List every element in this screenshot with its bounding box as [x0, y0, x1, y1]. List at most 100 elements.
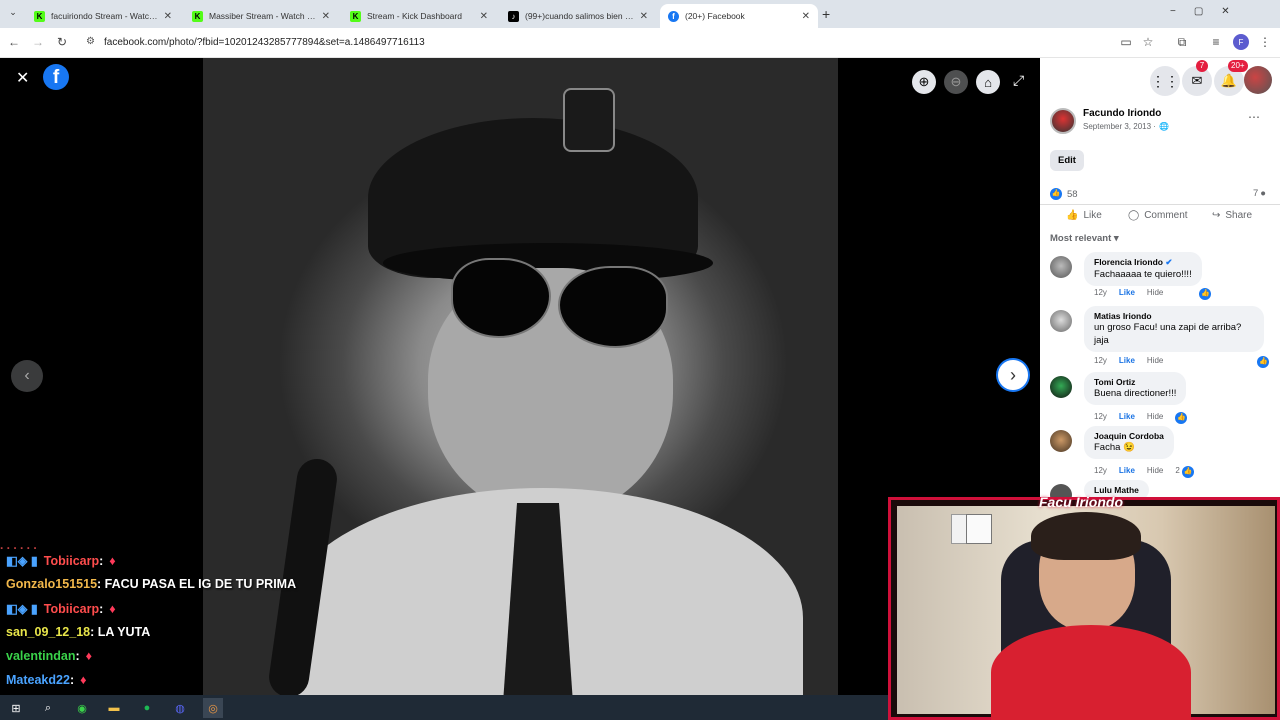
chat-message: san_09_12_18: LA YUTA [6, 625, 150, 639]
chat-message: Gonzalo151515: FACU PASA EL IG DE TU PRI… [6, 577, 296, 591]
chat-username[interactable]: san_09_12_18 [6, 625, 90, 639]
comment-like-button[interactable]: Like [1119, 356, 1135, 368]
search-icon[interactable]: ⌕ [38, 698, 58, 718]
share-button[interactable]: ↪ Share [1212, 210, 1252, 221]
spotify-icon[interactable]: ● [137, 698, 157, 718]
comment-like-button[interactable]: Like [1119, 466, 1135, 478]
comment-text: Fachaaaaa te quiero!!!! [1094, 269, 1192, 280]
close-icon[interactable]: ✕ [164, 11, 172, 22]
commenter-name[interactable]: Joaquin Cordoba [1094, 431, 1164, 441]
chat-text: : [99, 554, 104, 568]
close-icon[interactable]: ✕ [802, 11, 810, 22]
reaction-count: 58 [1067, 188, 1078, 200]
like-button[interactable]: 👍 Like [1066, 210, 1102, 221]
comment-like-button[interactable]: Like [1119, 288, 1135, 300]
chat-text: : FACU PASA EL IG DE TU PRIMA [97, 577, 297, 591]
thumbs-up-icon: 👍 [1066, 210, 1079, 221]
chat-username[interactable]: Mateakd22 [6, 673, 70, 687]
forward-icon[interactable]: → [30, 34, 46, 50]
sort-comments-dropdown[interactable]: Most relevant ▾ [1050, 233, 1119, 244]
commenter-avatar[interactable] [1050, 256, 1072, 278]
tab-3[interactable]: ♪ (99+)cuando salimos bien en u ✕ [500, 4, 656, 28]
author-avatar[interactable] [1050, 108, 1076, 134]
media-icon[interactable]: ≡ [1208, 34, 1224, 50]
close-icon[interactable]: ✕ [480, 11, 488, 22]
apps-menu-icon[interactable]: ⋮⋮ [1150, 66, 1180, 96]
chat-text: : [69, 673, 75, 687]
comment-hide-button[interactable]: Hide [1147, 356, 1163, 368]
previous-photo-button[interactable]: ‹ [11, 360, 43, 392]
photo [203, 58, 838, 695]
window-controls[interactable]: −▢✕ [1170, 6, 1248, 17]
chat-message: valentindan: ♦ [6, 649, 92, 663]
comment-button[interactable]: ◯ Comment [1128, 210, 1188, 221]
verified-icon: ✔ [1165, 257, 1173, 267]
comment-text: Facha 😉 [1094, 442, 1135, 453]
back-icon[interactable]: ← [6, 34, 22, 50]
comment-like-reaction-icon: 👍 [1257, 356, 1270, 368]
account-avatar[interactable] [1244, 66, 1272, 94]
obs-icon[interactable]: ◉ [72, 698, 92, 718]
tag-icon[interactable]: ⌂ [976, 70, 1000, 94]
address-bar[interactable]: ⚙ facebook.com/photo/?fbid=1020124328577… [80, 31, 1150, 54]
edit-button[interactable]: Edit [1050, 150, 1084, 171]
windows-start-icon[interactable]: ⊞ [6, 698, 26, 718]
zoom-out-icon[interactable]: ⊖ [944, 70, 968, 94]
tab-title: facuiriondo Stream - Watch Liv [51, 11, 158, 21]
comment-actions: 12y Like Hide 👍 [1094, 356, 1270, 368]
wall-frame [966, 514, 992, 544]
tab-0[interactable]: K facuiriondo Stream - Watch Liv ✕ [26, 4, 180, 28]
close-viewer-icon[interactable]: ✕ [16, 68, 29, 88]
fullscreen-icon[interactable]: ⤢ [1013, 72, 1024, 89]
chat-username[interactable]: valentindan [6, 649, 75, 663]
zoom-in-icon[interactable]: ⊕ [912, 70, 936, 94]
facebook-logo[interactable]: f [43, 64, 69, 90]
extensions-icon[interactable]: ⧉ [1174, 34, 1190, 50]
kick-icon: K [192, 10, 203, 22]
more-options-icon[interactable]: ⋯ [1248, 110, 1260, 124]
comment-hide-button[interactable]: Hide [1147, 466, 1163, 478]
webcam-overlay: Facu Iriondo [888, 494, 1280, 720]
chrome-icon[interactable]: ◎ [203, 698, 223, 718]
tab-search-icon[interactable]: ⌄ [6, 7, 20, 21]
commenter-avatar[interactable] [1050, 310, 1072, 332]
chat-username[interactable]: Tobiicarp [44, 602, 99, 616]
post-date[interactable]: September 3, 2013 · [1083, 122, 1156, 131]
author-name[interactable]: Facundo Iriondo [1083, 108, 1161, 119]
close-icon[interactable]: ✕ [640, 11, 648, 22]
tab-title: Massiber Stream - Watch Live o [209, 11, 316, 21]
reactions-summary[interactable]: 👍 58 [1050, 188, 1078, 200]
comment-hide-button[interactable]: Hide [1147, 412, 1163, 424]
bookmark-star-icon[interactable]: ☆ [1140, 34, 1156, 50]
tab-4[interactable]: f (20+) Facebook ✕ [660, 4, 818, 28]
cast-icon[interactable]: ▭ [1118, 34, 1134, 50]
comment-actions: 12y Like Hide 👍 [1094, 288, 1212, 300]
commenter-avatar[interactable] [1050, 376, 1072, 398]
close-icon[interactable]: ✕ [322, 11, 330, 22]
share-label: Share [1225, 210, 1253, 221]
reload-icon[interactable]: ↻ [54, 34, 70, 50]
discord-icon[interactable]: ◍ [170, 698, 190, 718]
tab-1[interactable]: K Massiber Stream - Watch Live o ✕ [184, 4, 338, 28]
new-tab-icon[interactable]: + [822, 6, 830, 22]
next-photo-button[interactable]: › [996, 358, 1030, 392]
site-info-icon[interactable]: ⚙ [86, 36, 95, 47]
comment-like-button[interactable]: Like [1119, 412, 1135, 424]
profile-avatar[interactable]: F [1233, 34, 1249, 50]
menu-icon[interactable]: ⋮ [1257, 34, 1273, 50]
comment-reaction-count: 2 👍 [1175, 466, 1195, 478]
chat-username[interactable]: Gonzalo151515 [6, 577, 97, 591]
sort-label: Most relevant [1050, 233, 1112, 244]
messenger-icon[interactable]: ✉ [1182, 66, 1212, 96]
commenter-avatar[interactable] [1050, 430, 1072, 452]
chat-username[interactable]: Tobiicarp [44, 554, 99, 568]
file-explorer-icon[interactable]: ▬ [104, 698, 124, 718]
windows-taskbar: ⊞ ⌕ ◉ ▬ ● ◍ ◎ [0, 695, 888, 720]
comment-count-row[interactable]: 7 ● [1253, 188, 1266, 199]
commenter-name[interactable]: Florencia Iriondo ✔ [1094, 257, 1192, 268]
commenter-name[interactable]: Tomi Ortiz [1094, 377, 1176, 387]
comment-hide-button[interactable]: Hide [1147, 288, 1163, 300]
comment-label: Comment [1144, 210, 1188, 221]
tab-2[interactable]: K Stream - Kick Dashboard ✕ [342, 4, 496, 28]
commenter-name[interactable]: Matias Iriondo [1094, 311, 1254, 321]
